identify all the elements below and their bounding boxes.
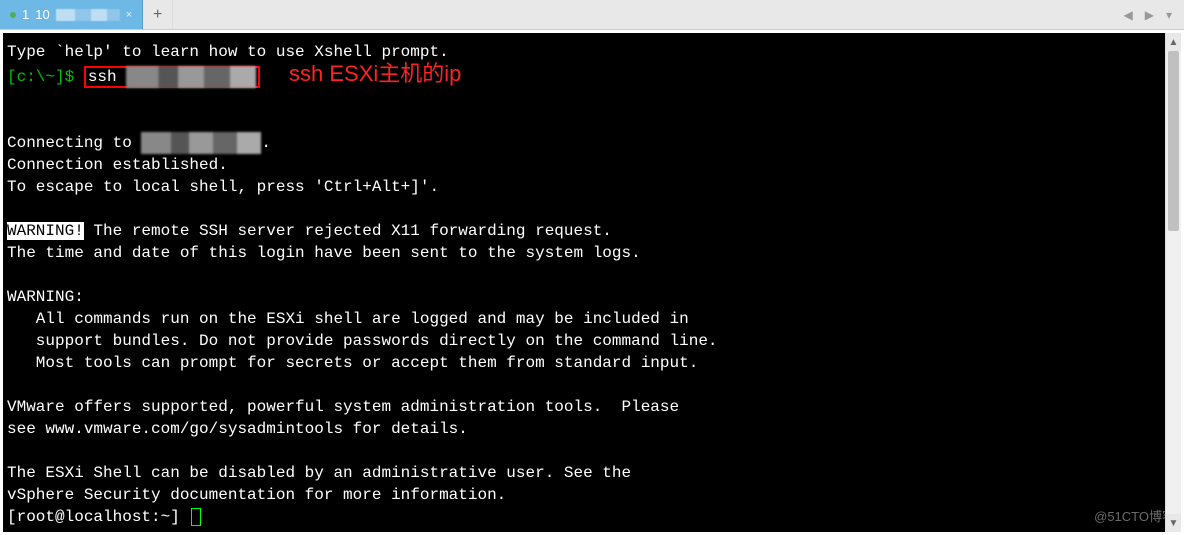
warning-badge: WARNING! <box>7 222 84 240</box>
tab-nav: ◀ ▶ ▾ <box>1120 0 1184 29</box>
scroll-up-button[interactable]: ▲ <box>1166 33 1181 51</box>
line-time-sent: The time and date of this login have bee… <box>7 244 641 262</box>
disable-line-1: The ESXi Shell can be disabled by an adm… <box>7 464 631 482</box>
terminal[interactable]: Type `help' to learn how to use Xshell p… <box>3 33 1181 532</box>
watermark: @51CTO博客 <box>1094 506 1175 528</box>
scroll-down-button[interactable]: ▼ <box>1166 514 1181 532</box>
new-tab-button[interactable]: + <box>143 0 173 29</box>
close-icon[interactable]: × <box>126 9 132 21</box>
warning-line-2: support bundles. Do not provide password… <box>7 332 718 350</box>
tab-bar: 1 10 × + ◀ ▶ ▾ <box>0 0 1184 30</box>
ssh-target-redacted: x <box>126 66 256 88</box>
tab-prev-button[interactable]: ◀ <box>1120 6 1137 24</box>
scroll-thumb[interactable] <box>1168 51 1179 231</box>
connecting-dots: . <box>261 134 271 152</box>
line-established: Connection established. <box>7 156 228 174</box>
line-connecting: Connecting to <box>7 134 141 152</box>
line-x11: The remote SSH server rejected X11 forwa… <box>84 222 612 240</box>
plus-icon: + <box>153 6 162 24</box>
app-window: 1 10 × + ◀ ▶ ▾ Type `help' to learn how … <box>0 0 1184 535</box>
tab-index: 1 <box>22 7 29 22</box>
local-prompt: [c:\~]$ <box>7 68 84 86</box>
tab-label-prefix: 10 <box>35 7 49 22</box>
connect-host-redacted: x <box>141 132 261 154</box>
disable-line-2: vSphere Security documentation for more … <box>7 486 506 504</box>
warning-line-3: Most tools can prompt for secrets or acc… <box>7 354 698 372</box>
tab-next-button[interactable]: ▶ <box>1141 6 1158 24</box>
ssh-cmd: ssh <box>88 68 126 86</box>
warning-line-1: All commands run on the ESXi shell are l… <box>7 310 689 328</box>
terminal-container: Type `help' to learn how to use Xshell p… <box>0 30 1184 535</box>
warning-header: WARNING: <box>7 288 84 306</box>
status-dot-icon <box>10 12 16 18</box>
session-tab[interactable]: 1 10 × <box>0 0 143 29</box>
offer-line-2: see www.vmware.com/go/sysadmintools for … <box>7 420 468 438</box>
cursor-icon <box>191 508 201 526</box>
line-help: Type `help' to learn how to use Xshell p… <box>7 43 449 61</box>
tab-menu-button[interactable]: ▾ <box>1162 6 1176 24</box>
scrollbar[interactable]: ▲ ▼ <box>1165 33 1181 532</box>
root-prompt: [root@localhost:~] <box>7 508 189 526</box>
offer-line-1: VMware offers supported, powerful system… <box>7 398 679 416</box>
tab-label-redacted <box>56 9 120 21</box>
ssh-command-highlight: ssh x <box>84 66 260 88</box>
annotation-text: ssh ESXi主机的ip <box>289 61 461 86</box>
line-escape: To escape to local shell, press 'Ctrl+Al… <box>7 178 439 196</box>
